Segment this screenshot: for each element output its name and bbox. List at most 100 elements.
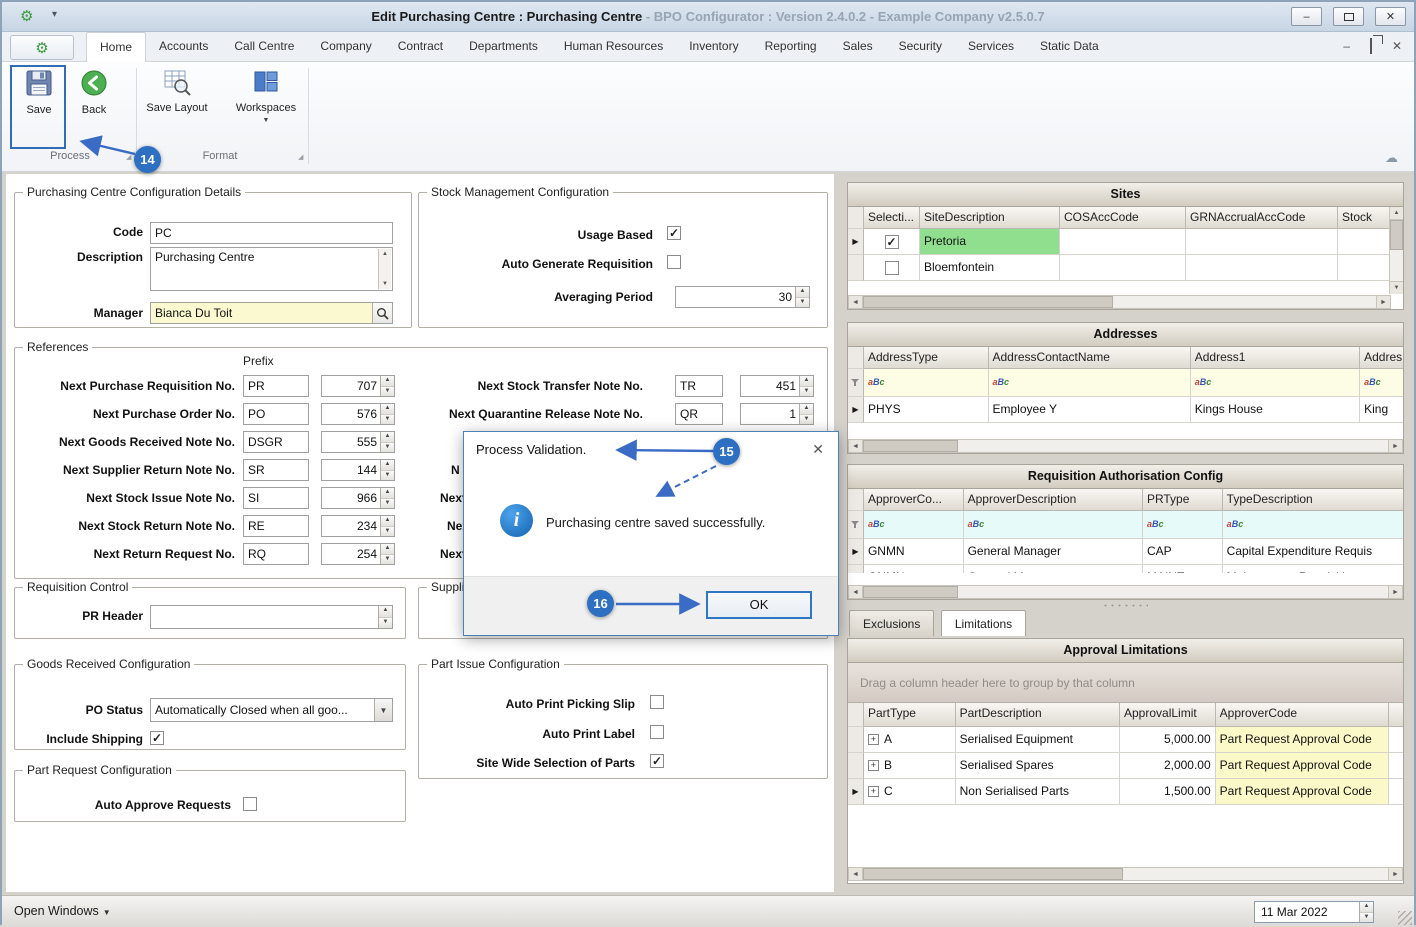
approver-desc-cell[interactable]: General Manager	[964, 539, 1143, 565]
tab-home[interactable]: Home	[86, 32, 146, 62]
sites-row-bloemfontein[interactable]: Bloemfontein	[848, 255, 1403, 281]
scroll-right-icon[interactable]: ►	[1388, 440, 1402, 452]
tab-departments[interactable]: Departments	[456, 32, 551, 62]
tab-inventory[interactable]: Inventory	[676, 32, 751, 62]
approval-row-a[interactable]: +A Serialised Equipment 5,000.00 Part Re…	[848, 727, 1403, 753]
ref-number-spinner[interactable]: ▲▼	[380, 432, 394, 452]
approval-col-parttype[interactable]: PartType	[864, 703, 956, 727]
ref-number-input[interactable]	[322, 432, 380, 452]
filter-cell[interactable]: aBc	[1191, 369, 1360, 397]
reqauth-col-typedesc[interactable]: TypeDescription	[1223, 489, 1403, 511]
approval-limit-cell[interactable]: 2,000.00	[1120, 753, 1216, 779]
grn-accrual-cell[interactable]	[1186, 229, 1338, 255]
date-picker[interactable]: 11 Mar 2022 ▲▼	[1254, 901, 1374, 923]
tab-call-centre[interactable]: Call Centre	[221, 32, 307, 62]
cos-acc-cell[interactable]	[1060, 229, 1186, 255]
filter-cell[interactable]: aBc	[1143, 511, 1223, 539]
ref-prefix-input[interactable]	[243, 431, 309, 453]
pr-header-spinner[interactable]: ▲▼	[378, 606, 392, 628]
save-layout-button[interactable]: Save Layout	[142, 68, 212, 114]
addresses-col-address1[interactable]: Address1	[1191, 347, 1360, 369]
addresses-col-contact[interactable]: AddressContactName	[989, 347, 1191, 369]
site-description-cell[interactable]: Bloemfontein	[920, 255, 1060, 281]
process-group-launcher-icon[interactable]: ◢	[126, 153, 131, 161]
code-field[interactable]	[150, 222, 393, 244]
manager-field[interactable]	[151, 303, 372, 323]
averaging-period-spinner[interactable]: ▲ ▼	[795, 287, 809, 307]
ref-number-input[interactable]	[322, 516, 380, 536]
maximize-button[interactable]	[1333, 7, 1364, 26]
ref-prefix-input[interactable]	[675, 403, 723, 425]
scroll-left-icon[interactable]: ◄	[849, 296, 863, 308]
addresses-filter-row[interactable]: aBc aBc aBc aBc	[848, 369, 1403, 397]
mdi-minimize-button[interactable]: ‒	[1343, 39, 1350, 53]
ref-number-input[interactable]	[322, 404, 380, 424]
spin-up-icon[interactable]: ▲	[796, 287, 809, 298]
ref-prefix-input[interactable]	[243, 403, 309, 425]
addresses-col-type[interactable]: AddressType	[864, 347, 989, 369]
scroll-up-icon[interactable]: ▲	[1390, 207, 1403, 220]
usage-based-checkbox[interactable]: ✓	[667, 226, 681, 240]
tab-company[interactable]: Company	[307, 32, 384, 62]
reqauth-col-description[interactable]: ApproverDescription	[964, 489, 1143, 511]
ref-prefix-input[interactable]	[243, 515, 309, 537]
sites-col-sitedescription[interactable]: SiteDescription	[920, 207, 1060, 229]
scroll-thumb[interactable]	[863, 440, 958, 452]
expand-icon[interactable]: +	[868, 734, 879, 745]
tab-exclusions[interactable]: Exclusions	[849, 610, 934, 636]
scroll-right-icon[interactable]: ►	[1388, 586, 1402, 598]
ref-number-input[interactable]	[322, 460, 380, 480]
address2-cell[interactable]: King	[1360, 397, 1403, 423]
address-contact-cell[interactable]: Employee Y	[989, 397, 1191, 423]
ref-number-spinner[interactable]: ▲▼	[380, 516, 394, 536]
approval-col-partdesc[interactable]: PartDescription	[956, 703, 1120, 727]
tab-accounts[interactable]: Accounts	[146, 32, 221, 62]
addresses-row[interactable]: ▶ PHYS Employee Y Kings House King	[848, 397, 1403, 423]
part-type-cell[interactable]: +B	[864, 753, 956, 779]
scroll-thumb[interactable]	[863, 586, 958, 598]
address1-cell[interactable]: Kings House	[1191, 397, 1360, 423]
reqauth-col-code[interactable]: ApproverCo...	[864, 489, 964, 511]
sites-row-pretoria[interactable]: ▶ ✓ Pretoria	[848, 229, 1403, 255]
address-type-cell[interactable]: PHYS	[864, 397, 989, 423]
filter-cell[interactable]: aBc	[1360, 369, 1403, 397]
approver-code-cell[interactable]: Part Request Approval Code	[1216, 727, 1389, 753]
cos-acc-cell[interactable]	[1060, 255, 1186, 281]
ref-number-spinner[interactable]: ▲▼	[799, 376, 813, 396]
ref-number-spinner[interactable]: ▲▼	[799, 404, 813, 424]
sites-col-grnaccrual[interactable]: GRNAccrualAccCode	[1186, 207, 1338, 229]
scroll-left-icon[interactable]: ◄	[849, 868, 863, 880]
sites-col-cosacccode[interactable]: COSAccCode	[1060, 207, 1186, 229]
mdi-close-button[interactable]: ✕	[1392, 39, 1402, 53]
approver-code-cell[interactable]: Part Request Approval Code	[1216, 779, 1389, 805]
site-selected-checkbox[interactable]: ✓	[885, 235, 899, 249]
reqauth-col-prtype[interactable]: PRType	[1143, 489, 1223, 511]
part-desc-cell[interactable]: Non Serialised Parts	[956, 779, 1120, 805]
site-wide-selection-checkbox[interactable]: ✓	[650, 754, 664, 768]
workspaces-button[interactable]: Workspaces ▼	[226, 68, 306, 124]
ref-prefix-input[interactable]	[243, 487, 309, 509]
ref-number-spinner[interactable]: ▲▼	[380, 460, 394, 480]
pr-header-input[interactable]	[151, 606, 378, 628]
minimize-button[interactable]: ‒	[1291, 7, 1322, 26]
part-type-cell[interactable]: +C	[864, 779, 956, 805]
scroll-thumb[interactable]	[863, 296, 1113, 308]
grn-accrual-cell[interactable]	[1186, 255, 1338, 281]
date-spinner[interactable]: ▲▼	[1359, 902, 1373, 922]
scroll-thumb[interactable]	[1390, 220, 1403, 250]
description-field[interactable]: Purchasing Centre ▲ ▼	[150, 247, 393, 291]
part-desc-cell[interactable]: Serialised Equipment	[956, 727, 1120, 753]
tab-limitations[interactable]: Limitations	[941, 610, 1026, 636]
po-status-dropdown[interactable]: Automatically Closed when all goo... ▼	[150, 698, 393, 722]
filter-cell[interactable]: aBc	[864, 369, 989, 397]
approver-desc-cell[interactable]: General Manager	[964, 565, 1143, 573]
auto-generate-requisition-checkbox[interactable]	[667, 255, 681, 269]
site-selected-cell[interactable]	[864, 255, 920, 281]
reqauth-row-clipped[interactable]: GNMN General Manager MAINT Maintenance R…	[848, 565, 1403, 573]
open-windows-button[interactable]: Open Windows▼	[14, 904, 111, 918]
part-desc-cell[interactable]: Serialised Spares	[956, 753, 1120, 779]
format-group-launcher-icon[interactable]: ◢	[298, 153, 303, 161]
filter-cell[interactable]: aBc	[964, 511, 1143, 539]
scroll-left-icon[interactable]: ◄	[849, 440, 863, 452]
ref-number-spinner[interactable]: ▲▼	[380, 544, 394, 564]
